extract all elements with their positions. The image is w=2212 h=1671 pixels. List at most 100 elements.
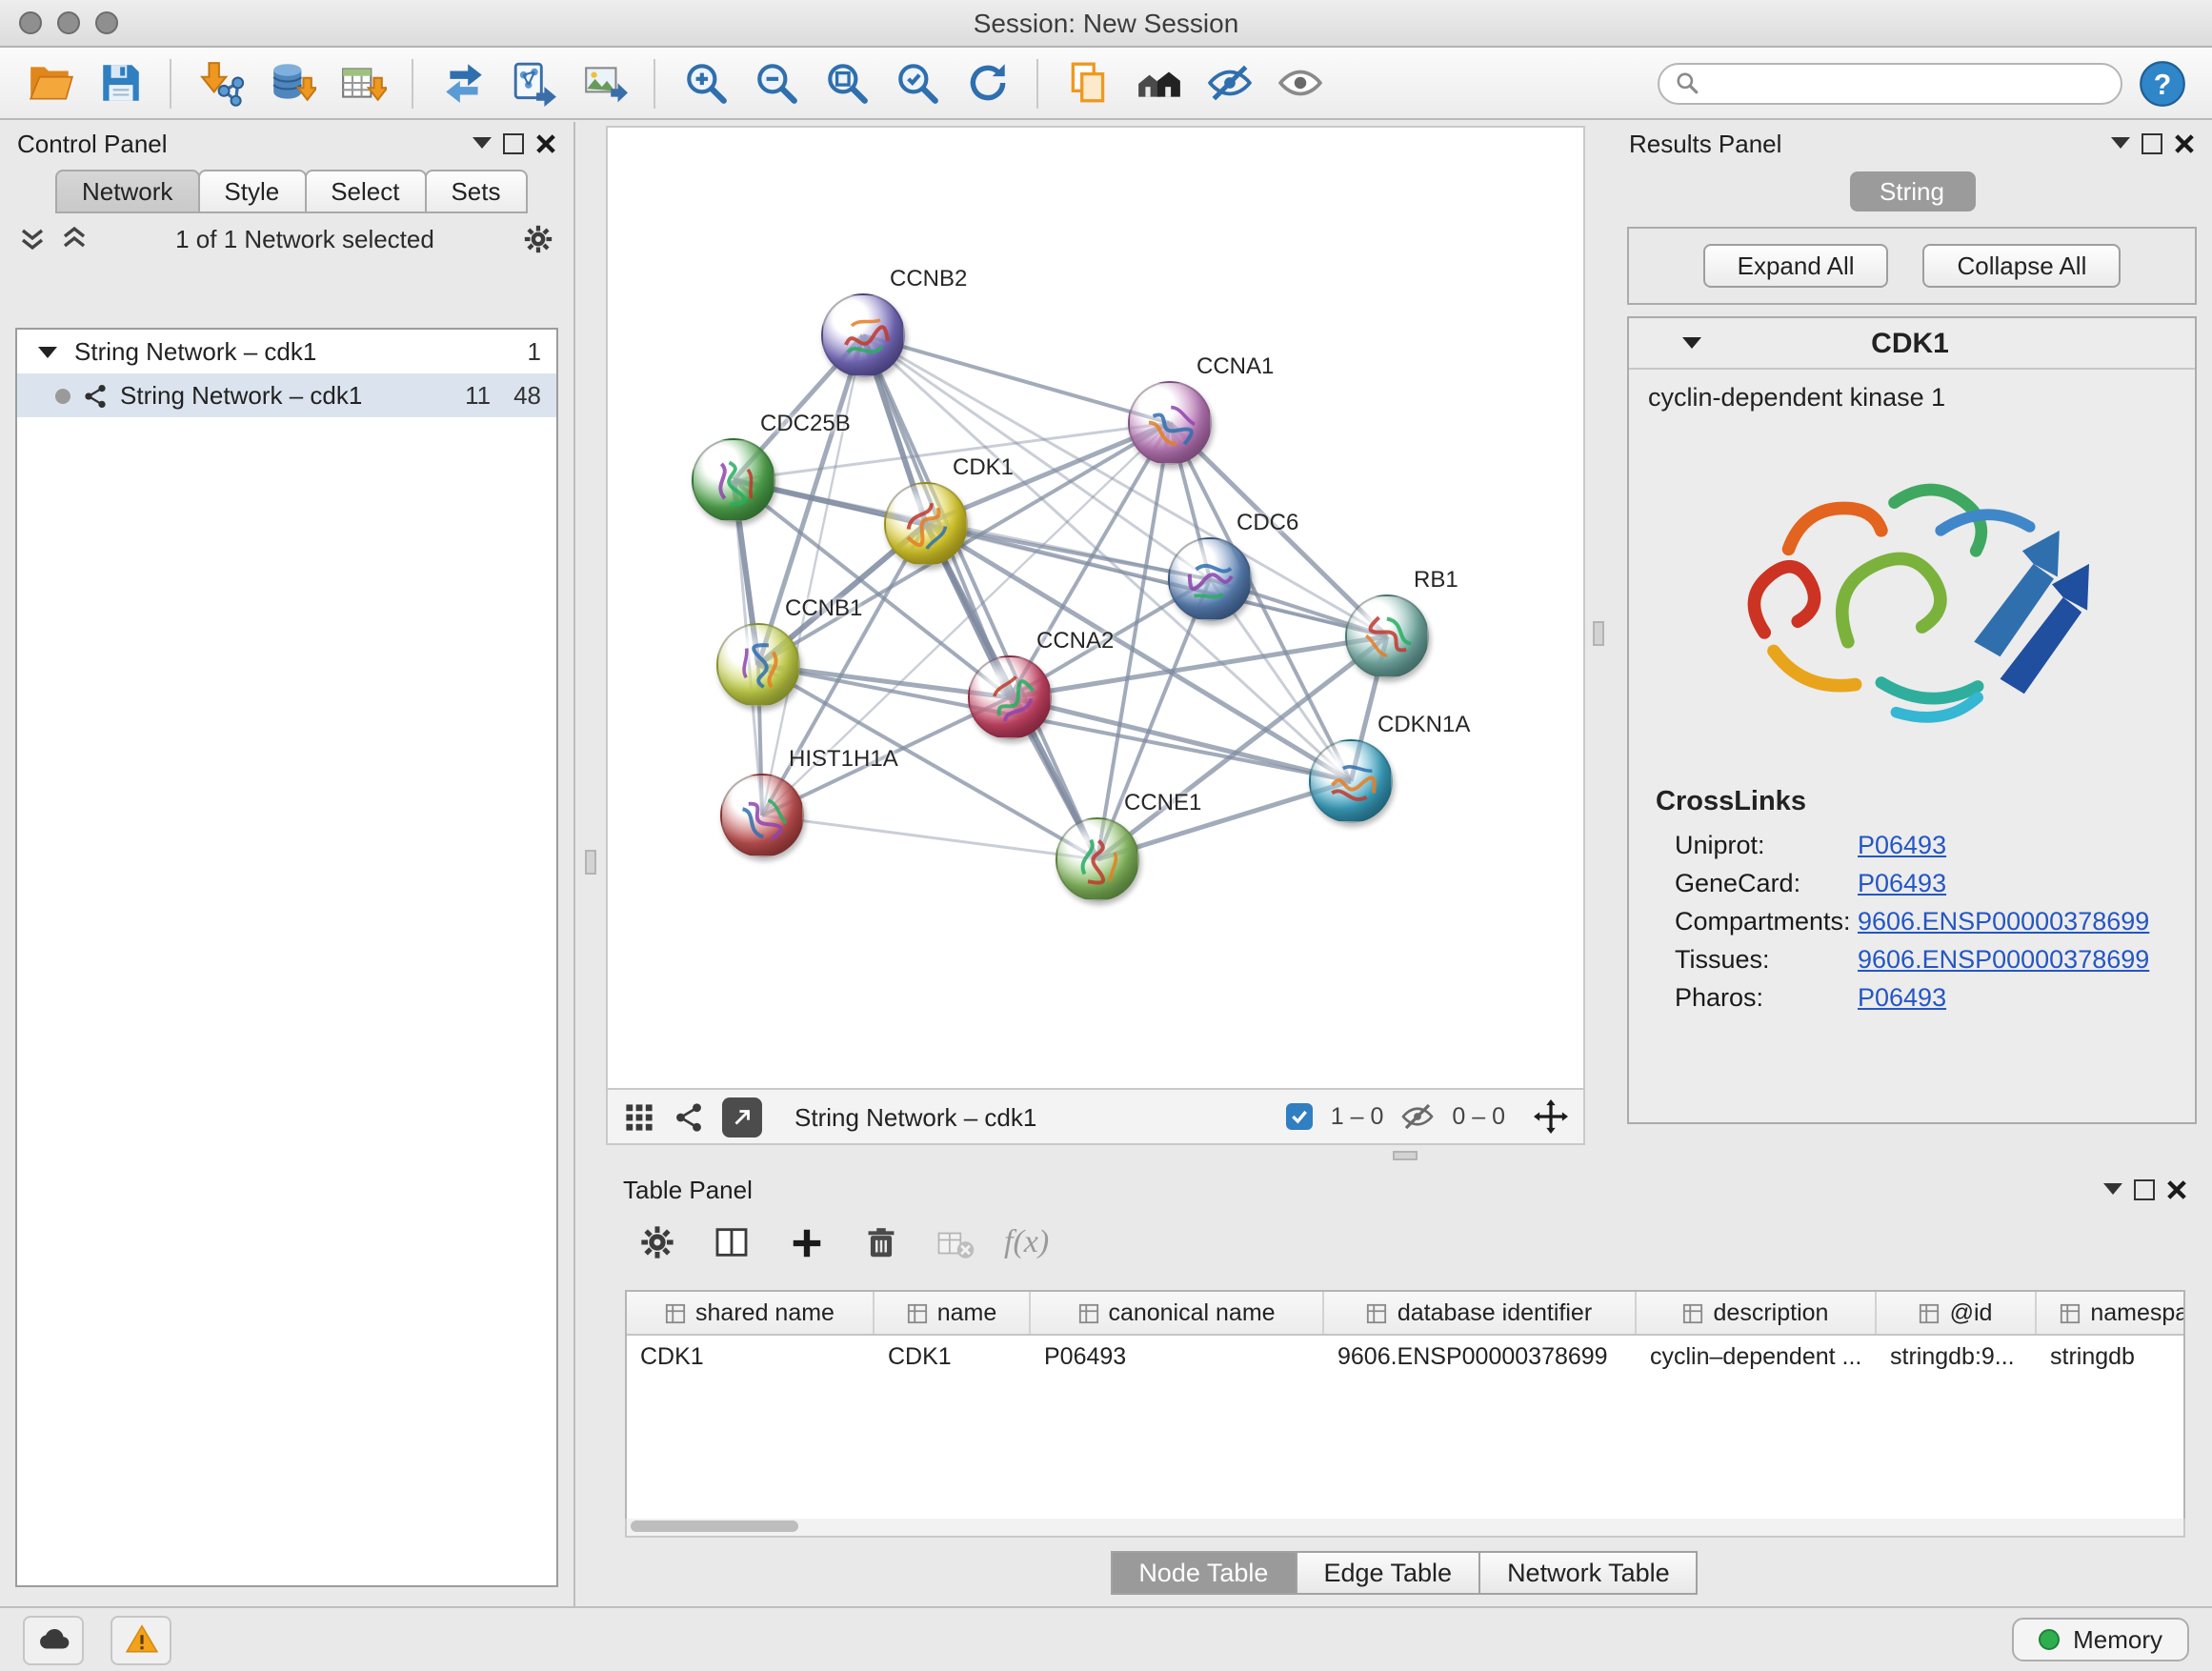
swap-network-button[interactable] <box>432 52 493 113</box>
crosslink-link[interactable]: 9606.ENSP00000378699 <box>1858 906 2149 935</box>
zoom-in-button[interactable] <box>674 52 735 113</box>
tab-select[interactable]: Select <box>304 170 426 213</box>
network-collection-row[interactable]: String Network – cdk1 1 <box>17 330 556 373</box>
import-table-file-button[interactable] <box>332 52 392 113</box>
column-header-shared-name[interactable]: shared name <box>627 1292 875 1334</box>
move-crosshair-icon[interactable] <box>1534 1099 1568 1134</box>
tab-network[interactable]: Network <box>55 170 199 213</box>
crosslink-link[interactable]: P06493 <box>1858 868 1946 896</box>
grid-icon[interactable] <box>623 1100 655 1133</box>
search-input[interactable] <box>1711 68 2105 98</box>
column-header-name[interactable]: name <box>875 1292 1031 1334</box>
column-header-canonical-name[interactable]: canonical name <box>1031 1292 1324 1334</box>
table-cell[interactable]: 9606.ENSP00000378699 <box>1324 1336 1637 1376</box>
network-node-cdc6[interactable] <box>1168 537 1252 621</box>
panel-maximize-icon[interactable] <box>503 132 524 153</box>
column-header-description[interactable]: description <box>1637 1292 1877 1334</box>
panel-collapse-icon[interactable] <box>2111 137 2130 149</box>
hidden-eye-slash-icon[interactable] <box>1400 1099 1435 1134</box>
column-header-namespac[interactable]: namespac <box>2037 1292 2185 1334</box>
network-node-ccnb1[interactable] <box>716 623 800 707</box>
table-cell[interactable]: stringdb <box>2037 1336 2185 1376</box>
network-node-cdkn1a[interactable] <box>1309 739 1393 823</box>
delete-column-button[interactable] <box>855 1218 905 1267</box>
collapse-all-button[interactable]: Collapse All <box>1923 244 2122 288</box>
tab-style[interactable]: Style <box>197 170 306 213</box>
network-node-ccna2[interactable] <box>968 655 1052 739</box>
collapse-all-icon[interactable] <box>19 225 46 252</box>
network-edge[interactable] <box>762 335 863 815</box>
show-columns-button[interactable] <box>707 1218 756 1267</box>
crosslink-link[interactable]: P06493 <box>1858 830 1946 858</box>
table-settings-button[interactable] <box>633 1218 682 1267</box>
function-builder-button[interactable]: f(x) <box>1004 1218 1049 1267</box>
tab-node-table[interactable]: Node Table <box>1110 1551 1297 1595</box>
import-network-file-button[interactable] <box>191 52 251 113</box>
open-session-button[interactable] <box>19 52 80 113</box>
close-window-button[interactable] <box>19 11 42 34</box>
save-session-button[interactable] <box>90 52 151 113</box>
network-node-ccne1[interactable] <box>1056 817 1139 901</box>
import-network-database-button[interactable] <box>261 52 322 113</box>
search-box[interactable] <box>1658 62 2122 104</box>
network-edge[interactable] <box>762 815 1097 859</box>
zoom-selected-button[interactable] <box>886 52 947 113</box>
minimize-window-button[interactable] <box>57 11 80 34</box>
share-network-icon[interactable] <box>673 1100 705 1133</box>
panel-close-icon[interactable] <box>2166 1178 2187 1199</box>
network-edge[interactable] <box>863 335 1097 859</box>
network-node-ccna1[interactable] <box>1128 381 1212 465</box>
network-node-ccnb2[interactable] <box>821 293 905 377</box>
column-header-database-identifier[interactable]: database identifier <box>1324 1292 1637 1334</box>
open-external-view-button[interactable] <box>722 1097 762 1137</box>
network-from-selection-button[interactable] <box>503 52 564 113</box>
scrollbar-thumb[interactable] <box>631 1520 798 1532</box>
table-cell[interactable]: stringdb:9... <box>1877 1336 2037 1376</box>
panel-close-icon[interactable] <box>2174 132 2195 153</box>
network-node-cdk1[interactable] <box>884 482 968 566</box>
first-neighbors-button[interactable] <box>1128 52 1189 113</box>
network-row-selected[interactable]: String Network – cdk1 11 48 <box>17 373 556 417</box>
table-cell[interactable]: cyclin–dependent ... <box>1637 1336 1877 1376</box>
selected-checkbox-icon[interactable] <box>1287 1103 1314 1130</box>
zoom-fit-button[interactable] <box>815 52 876 113</box>
panel-close-icon[interactable] <box>535 132 556 153</box>
copy-document-button[interactable] <box>1057 52 1118 113</box>
warnings-button[interactable] <box>111 1615 171 1664</box>
network-node-hist1h1a[interactable] <box>720 774 804 857</box>
memory-button[interactable]: Memory <box>2012 1618 2189 1661</box>
tab-string[interactable]: String <box>1849 171 1975 211</box>
tab-edge-table[interactable]: Edge Table <box>1295 1551 1480 1595</box>
help-button[interactable]: ? <box>2132 52 2193 113</box>
panel-collapse-icon[interactable] <box>2103 1183 2122 1195</box>
tab-network-table[interactable]: Network Table <box>1478 1551 1699 1595</box>
splitter-grip[interactable] <box>1593 621 1604 646</box>
add-column-button[interactable] <box>781 1218 831 1267</box>
network-node-cdc25b[interactable] <box>692 438 775 522</box>
zoom-out-button[interactable] <box>745 52 806 113</box>
entry-header[interactable]: CDK1 <box>1629 318 2195 370</box>
table-cell[interactable]: CDK1 <box>875 1336 1031 1376</box>
tab-sets[interactable]: Sets <box>424 170 527 213</box>
expand-all-icon[interactable] <box>61 225 88 252</box>
network-node-rb1[interactable] <box>1345 594 1429 678</box>
expand-all-button[interactable]: Expand All <box>1703 244 1889 288</box>
splitter-grip[interactable] <box>1393 1151 1418 1160</box>
cloud-button[interactable] <box>23 1615 84 1664</box>
panel-maximize-icon[interactable] <box>2142 132 2162 153</box>
table-cell[interactable]: CDK1 <box>627 1336 875 1376</box>
apply-layout-button[interactable] <box>956 52 1017 113</box>
delete-table-button[interactable] <box>930 1218 979 1267</box>
zoom-window-button[interactable] <box>95 11 118 34</box>
table-cell[interactable]: P06493 <box>1031 1336 1324 1376</box>
table-row[interactable]: CDK1CDK1P064939606.ENSP00000378699cyclin… <box>627 1336 2183 1376</box>
panel-collapse-icon[interactable] <box>473 137 492 149</box>
hide-selected-button[interactable] <box>1198 52 1259 113</box>
show-all-button[interactable] <box>1269 52 1330 113</box>
network-canvas[interactable]: CCNB2CCNA1CDC25BCDK1CDC6RB1CCNB1CCNA2CDK… <box>606 126 1585 1090</box>
tree-caret-icon[interactable] <box>38 346 57 357</box>
crosslink-link[interactable]: P06493 <box>1858 982 1946 1011</box>
gear-icon[interactable] <box>522 222 554 254</box>
export-image-button[interactable] <box>573 52 634 113</box>
column-header--id[interactable]: @id <box>1877 1292 2037 1334</box>
